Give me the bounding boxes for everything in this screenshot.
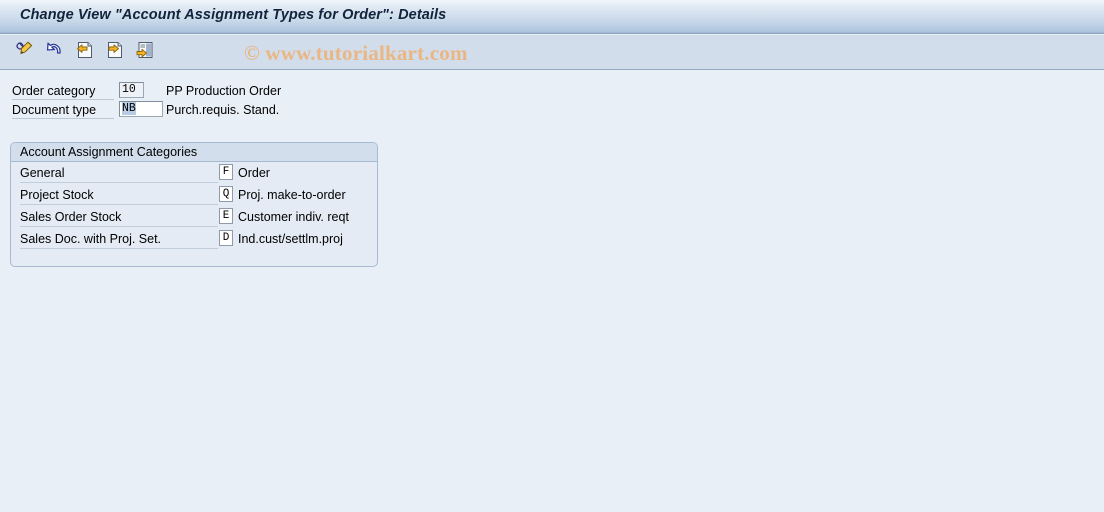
row-description: Ind.cust/settlm.proj <box>238 232 343 246</box>
page-title: Change View "Account Assignment Types fo… <box>20 7 447 23</box>
groupbox-header: Account Assignment Categories <box>11 143 377 162</box>
display-change-icon[interactable] <box>13 38 37 62</box>
row-description: Proj. make-to-order <box>238 188 346 202</box>
window-title-bar: Change View "Account Assignment Types fo… <box>0 0 1104 34</box>
next-entry-icon[interactable] <box>103 38 127 62</box>
row-label: General <box>20 166 65 180</box>
document-type-label-underline <box>12 118 114 119</box>
overview-list-icon[interactable] <box>133 38 157 62</box>
groupbox-title: Account Assignment Categories <box>20 145 198 159</box>
row-description: Customer indiv. reqt <box>238 210 349 224</box>
site-watermark: © www.tutorialkart.com <box>244 41 468 65</box>
row-label: Sales Order Stock <box>20 210 122 224</box>
document-type-value: NB <box>122 102 136 115</box>
table-row: Project Stock Q Proj. make-to-order <box>11 185 377 206</box>
row-description: Order <box>238 166 270 180</box>
account-assignment-categories-group: Account Assignment Categories General F … <box>10 142 378 267</box>
table-row: General F Order <box>11 163 377 184</box>
row-code-input[interactable]: Q <box>219 186 233 202</box>
row-label-underline <box>20 226 218 227</box>
previous-entry-icon[interactable] <box>73 38 97 62</box>
document-type-input[interactable]: NB <box>119 101 163 117</box>
order-category-input[interactable]: 10 <box>119 82 144 98</box>
table-row: Sales Doc. with Proj. Set. D Ind.cust/se… <box>11 229 377 250</box>
main-content: Order category 10 PP Production Order Do… <box>0 71 1104 512</box>
document-type-description: Purch.requis. Stand. <box>166 103 280 117</box>
undo-icon[interactable] <box>43 38 67 62</box>
row-label: Project Stock <box>20 188 94 202</box>
row-label-underline <box>20 248 218 249</box>
toolbar-button-group <box>13 38 157 62</box>
row-label: Sales Doc. with Proj. Set. <box>20 232 162 246</box>
row-label-underline <box>20 182 218 183</box>
row-code-input[interactable]: E <box>219 208 233 224</box>
order-category-description: PP Production Order <box>166 84 282 98</box>
row-code-input[interactable]: F <box>219 164 233 180</box>
table-row: Sales Order Stock E Customer indiv. reqt <box>11 207 377 228</box>
application-toolbar: © www.tutorialkart.com <box>0 35 1104 70</box>
order-category-label-underline <box>12 99 114 100</box>
row-code-input[interactable]: D <box>219 230 233 246</box>
row-label-underline <box>20 204 218 205</box>
